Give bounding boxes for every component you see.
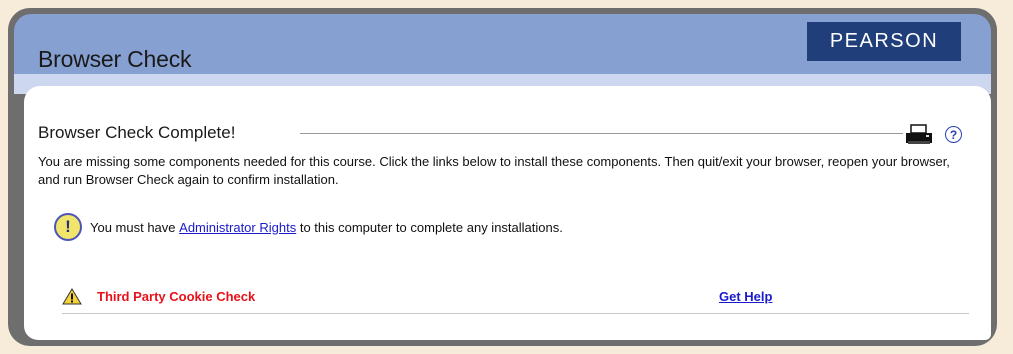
warning-triangle-icon xyxy=(62,288,82,305)
admin-notice: ! You must have Administrator Rights to … xyxy=(54,213,563,241)
section-heading: Browser Check Complete! xyxy=(38,123,238,143)
check-row: Third Party Cookie Check Get Help xyxy=(62,285,969,314)
help-icon[interactable]: ? xyxy=(945,126,962,143)
printer-icon[interactable] xyxy=(904,124,934,146)
notice-prefix: You must have xyxy=(90,219,176,235)
description-text: You are missing some components needed f… xyxy=(38,154,950,187)
exclamation-circle-icon: ! xyxy=(54,213,82,241)
page-title: Browser Check xyxy=(38,46,192,72)
heading-divider xyxy=(300,133,903,134)
check-label: Third Party Cookie Check xyxy=(97,289,256,304)
administrator-rights-link[interactable]: Administrator Rights xyxy=(179,220,296,235)
pearson-logo: PEARSON xyxy=(807,22,961,61)
notice-suffix: to this computer to complete any install… xyxy=(299,219,563,235)
get-help-link[interactable]: Get Help xyxy=(719,289,772,304)
